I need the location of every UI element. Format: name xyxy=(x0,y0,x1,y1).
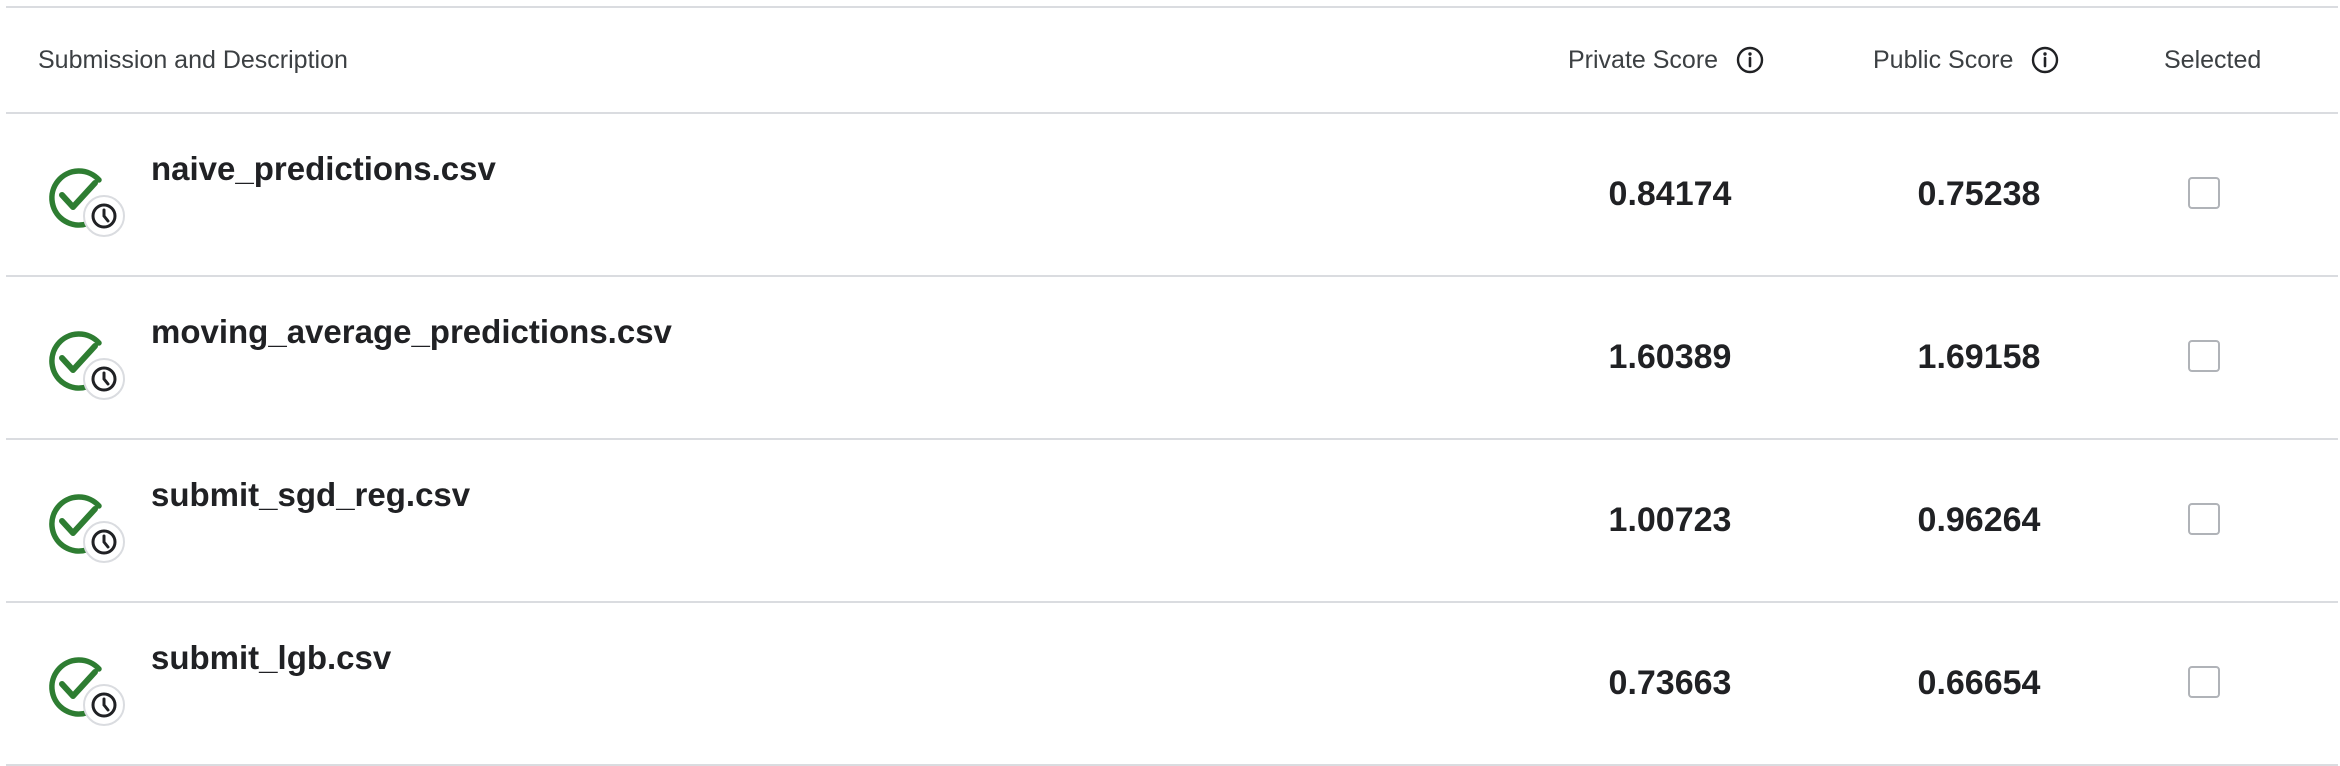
submission-filename[interactable]: submit_sgd_reg.csv xyxy=(151,476,470,514)
public-score: 1.69158 xyxy=(1917,338,2041,376)
info-icon[interactable] xyxy=(2031,46,2059,74)
column-header-public-score-label: Public Score xyxy=(1873,45,2014,74)
complete-check-clock-icon xyxy=(42,321,132,411)
table-header: Submission and Description Private Score… xyxy=(6,8,2338,112)
table-row[interactable]: submit_sgd_reg.csv 1.00723 0.96264 xyxy=(6,440,2338,601)
submission-filename[interactable]: naive_predictions.csv xyxy=(151,150,496,188)
column-header-submission: Submission and Description xyxy=(38,8,348,112)
public-score: 0.66654 xyxy=(1917,664,2041,702)
column-header-private-score: Private Score xyxy=(1568,8,1764,112)
private-score: 1.60389 xyxy=(1608,338,1732,376)
public-score: 0.96264 xyxy=(1917,501,2041,539)
complete-check-clock-icon xyxy=(42,158,132,248)
selected-checkbox[interactable] xyxy=(2188,340,2220,372)
table-row[interactable]: moving_average_predictions.csv 1.60389 1… xyxy=(6,277,2338,438)
column-header-selected: Selected xyxy=(2164,8,2261,112)
column-header-public-score: Public Score xyxy=(1873,8,2059,112)
table-row[interactable]: submit_lgb.csv 0.73663 0.66654 xyxy=(6,603,2338,764)
selected-checkbox[interactable] xyxy=(2188,503,2220,535)
table-row[interactable]: naive_predictions.csv 0.84174 0.75238 xyxy=(6,114,2338,275)
selected-checkbox[interactable] xyxy=(2188,177,2220,209)
column-header-private-score-label: Private Score xyxy=(1568,45,1719,74)
private-score: 0.73663 xyxy=(1608,664,1732,702)
column-header-selected-label: Selected xyxy=(2164,45,2262,74)
info-icon[interactable] xyxy=(1736,46,1764,74)
complete-check-clock-icon xyxy=(42,647,132,737)
private-score: 1.00723 xyxy=(1608,501,1732,539)
column-header-submission-label: Submission and Description xyxy=(38,45,348,74)
submission-filename[interactable]: moving_average_predictions.csv xyxy=(151,313,672,351)
complete-check-clock-icon xyxy=(42,484,132,574)
submissions-table: Submission and Description Private Score… xyxy=(6,6,2338,766)
private-score: 0.84174 xyxy=(1608,175,1732,213)
submission-filename[interactable]: submit_lgb.csv xyxy=(151,639,391,677)
selected-checkbox[interactable] xyxy=(2188,666,2220,698)
public-score: 0.75238 xyxy=(1917,175,2041,213)
